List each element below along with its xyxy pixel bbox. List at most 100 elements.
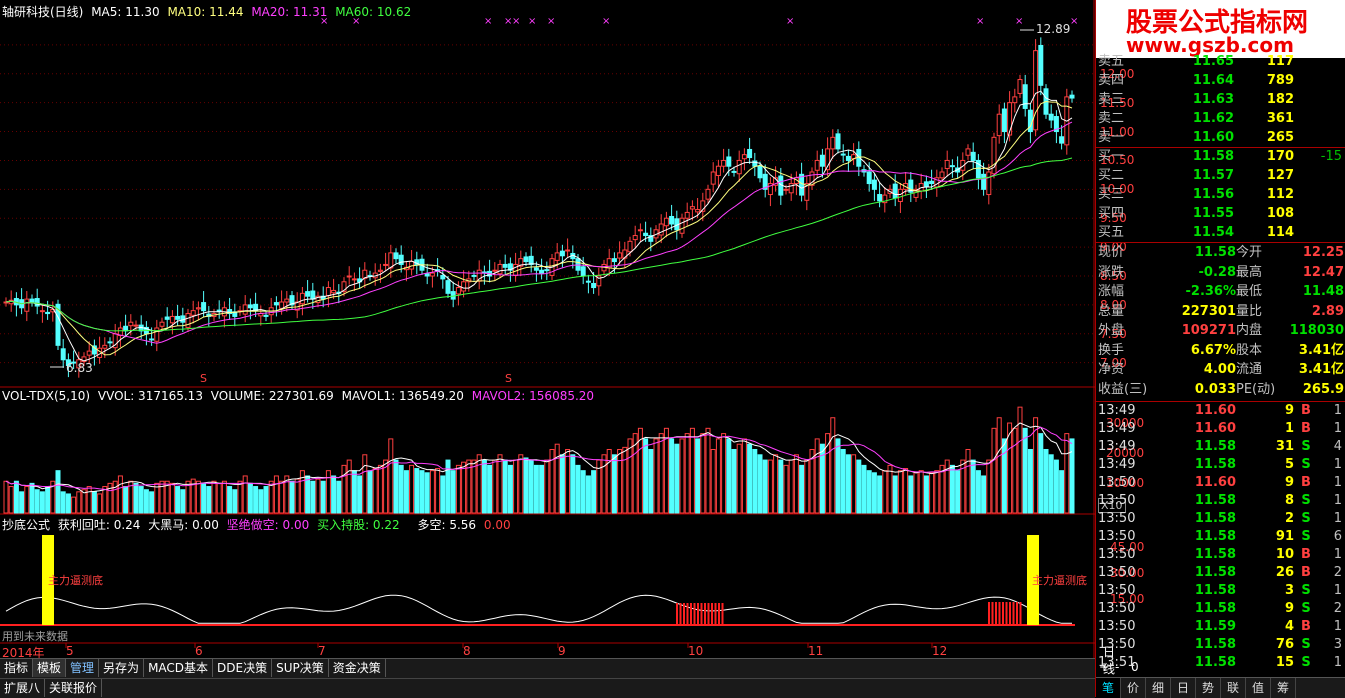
volume-bar bbox=[939, 464, 945, 514]
site-watermark: 股票公式指标网 www.gszb.com bbox=[1096, 0, 1345, 58]
order-book-sell-row[interactable]: 卖五 11.65 117 bbox=[1098, 53, 1344, 71]
detail-tab[interactable]: 联 bbox=[1221, 678, 1246, 698]
buy-hold-label: 买入持股: 0.22 bbox=[317, 518, 400, 532]
tick-row[interactable]: 13:50 11.58 91 S 6 bbox=[1098, 528, 1344, 546]
indicator-line bbox=[5, 594, 1072, 624]
order-price: 11.60 bbox=[1192, 130, 1234, 145]
order-book-buy-row[interactable]: 买五 11.54 114 bbox=[1098, 224, 1344, 242]
candle-body bbox=[830, 136, 836, 150]
kline-chart-area[interactable]: × × × × × × × × × × × × 轴研科技(日线) MA5: 11.30 MA10: 1… bbox=[0, 0, 1144, 676]
tick-row[interactable]: 13:51 11.58 15 S 1 bbox=[1098, 654, 1344, 672]
quote-label: 今开 bbox=[1236, 245, 1263, 260]
detail-tab[interactable]: 势 bbox=[1196, 678, 1221, 698]
extension-tab[interactable]: 关联报价 bbox=[45, 679, 103, 697]
volume-bar bbox=[336, 480, 342, 514]
main-dip-left-label: 主力逼测底 bbox=[48, 574, 103, 587]
candle-body bbox=[840, 153, 846, 156]
indicator-red-bar bbox=[693, 603, 696, 625]
mavol2-label: MAVOL2: 156085.20 bbox=[471, 389, 595, 403]
volume-bar bbox=[648, 448, 654, 514]
tick-row[interactable]: 13:49 11.58 5 S 1 bbox=[1098, 456, 1344, 474]
tick-row[interactable]: 13:50 11.58 9 S 2 bbox=[1098, 600, 1344, 618]
volume-bar bbox=[206, 486, 212, 514]
order-book-sell-row[interactable]: 卖二 11.62 361 bbox=[1098, 110, 1344, 128]
order-book-sell-row[interactable]: 卖四 11.64 789 bbox=[1098, 72, 1344, 90]
candle-body bbox=[835, 133, 841, 150]
volume-bar bbox=[622, 446, 628, 514]
order-book-buy-row[interactable]: 买二 11.57 127 bbox=[1098, 167, 1344, 185]
indicator-tab[interactable]: DDE决策 bbox=[213, 659, 273, 677]
indicator-tab[interactable]: SUP决策 bbox=[272, 659, 329, 677]
order-book-buy-row[interactable]: 买一 11.58 170 -15 bbox=[1098, 148, 1344, 166]
tick-side: S bbox=[1301, 529, 1311, 544]
candle-body bbox=[39, 310, 45, 313]
low-price-label: 6.83 bbox=[66, 361, 93, 375]
volume-bar bbox=[76, 491, 82, 514]
tick-row[interactable]: 13:50 11.59 4 B 1 bbox=[1098, 618, 1344, 636]
tick-row[interactable]: 13:50 11.60 9 B 1 bbox=[1098, 474, 1344, 492]
indicator-red-bar bbox=[714, 603, 717, 625]
indicator-tab[interactable]: MACD基本 bbox=[144, 659, 214, 677]
indicator-tab[interactable]: 资金决策 bbox=[329, 659, 386, 677]
volume-bars bbox=[3, 406, 1075, 514]
chart-canvas[interactable]: × × × × × × × × × × × × bbox=[0, 0, 1095, 660]
candle-body bbox=[710, 171, 716, 185]
order-book-buy-row[interactable]: 买四 11.55 108 bbox=[1098, 205, 1344, 223]
extension-tab[interactable]: 扩展八 bbox=[0, 679, 46, 697]
ma5-label: MA5: 11.30 bbox=[91, 5, 160, 19]
detail-tab[interactable]: 笔 bbox=[1096, 678, 1121, 698]
main-chart-header: 轴研科技(日线) MA5: 11.30 MA10: 11.44 MA20: 11… bbox=[2, 3, 411, 20]
tick-row[interactable]: 13:50 11.58 10 B 1 bbox=[1098, 546, 1344, 564]
indicator-red-bar bbox=[1016, 602, 1018, 625]
indicator-red-bar bbox=[1009, 602, 1011, 625]
order-volume: 127 bbox=[1266, 168, 1294, 183]
detail-tab[interactable]: 值 bbox=[1246, 678, 1271, 698]
quote-label: 涨幅 bbox=[1098, 284, 1125, 299]
candle-body bbox=[305, 291, 311, 297]
volume-bar bbox=[445, 459, 451, 514]
indicator-tab[interactable]: 指标 bbox=[0, 659, 34, 677]
volume-bar bbox=[1043, 448, 1049, 514]
order-book-buy-row[interactable]: 买三 11.56 112 bbox=[1098, 186, 1344, 204]
volume-bar bbox=[731, 448, 737, 514]
volume-bar bbox=[450, 470, 456, 514]
volume-bar bbox=[1059, 470, 1065, 514]
indicator-tab[interactable]: 管理 bbox=[66, 659, 100, 677]
tick-row[interactable]: 13:49 11.60 1 B 1 bbox=[1098, 420, 1344, 438]
indicator-tab[interactable]: 另存为 bbox=[99, 659, 145, 677]
order-volume: 108 bbox=[1266, 206, 1294, 221]
tick-row[interactable]: 13:50 11.58 8 S 1 bbox=[1098, 492, 1344, 510]
detail-tab[interactable]: 价 bbox=[1121, 678, 1146, 698]
volume-bar bbox=[975, 470, 981, 514]
candle-body bbox=[679, 217, 685, 234]
tick-time: 13:50 bbox=[1098, 493, 1136, 508]
indicator-red-bar bbox=[711, 603, 713, 625]
detail-tab[interactable]: 筹 bbox=[1271, 678, 1296, 698]
volume-bar bbox=[227, 486, 233, 514]
candle-body bbox=[591, 283, 597, 289]
tick-price: 11.59 bbox=[1194, 619, 1236, 634]
volume-bar bbox=[1022, 427, 1028, 514]
candle-body bbox=[1038, 44, 1044, 86]
tick-row[interactable]: 13:50 11.58 3 S 1 bbox=[1098, 582, 1344, 600]
volume-bar bbox=[710, 448, 716, 514]
order-book-sell-row[interactable]: 卖一 11.60 265 bbox=[1098, 129, 1344, 147]
tick-volume: 8 bbox=[1284, 493, 1294, 508]
volume-bar bbox=[393, 459, 399, 514]
tick-time: 13:50 bbox=[1098, 619, 1136, 634]
volume-bar bbox=[700, 433, 706, 514]
ma20-label: MA20: 11.31 bbox=[251, 5, 328, 19]
indicator-red-bar bbox=[686, 603, 689, 625]
detail-tab[interactable]: 细 bbox=[1146, 678, 1171, 698]
tick-row[interactable]: 13:50 11.58 2 S 1 bbox=[1098, 510, 1344, 528]
indicator-tab[interactable]: 模板 bbox=[33, 659, 67, 677]
tick-row[interactable]: 13:49 11.60 9 B 1 bbox=[1098, 402, 1344, 420]
detail-tab[interactable]: 日 bbox=[1171, 678, 1196, 698]
indicator-red-bar bbox=[704, 603, 706, 625]
tick-row[interactable]: 13:49 11.58 31 S 4 bbox=[1098, 438, 1344, 456]
order-book-sell-row[interactable]: 卖三 11.63 182 bbox=[1098, 91, 1344, 109]
tick-count: 4 bbox=[1333, 439, 1342, 454]
tick-row[interactable]: 13:50 11.58 76 S 3 bbox=[1098, 636, 1344, 654]
tick-row[interactable]: 13:50 11.58 26 B 2 bbox=[1098, 564, 1344, 582]
volume-bar bbox=[830, 417, 836, 514]
